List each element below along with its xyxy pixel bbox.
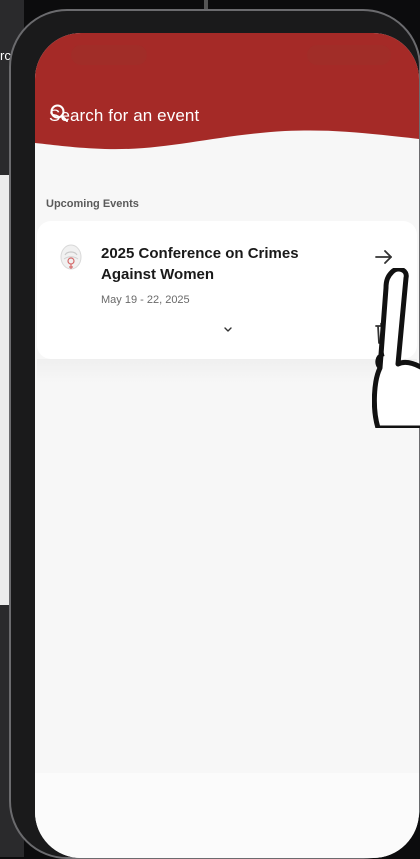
- screen-bottom-area: [35, 773, 419, 858]
- upcoming-events-heading: Upcoming Events: [46, 198, 139, 210]
- search-input[interactable]: Search for an event: [49, 106, 199, 126]
- event-dates: May 19 - 22, 2025: [101, 294, 190, 306]
- event-card[interactable]: 2025 Conference on Crimes Against Women …: [37, 221, 417, 359]
- status-bar-indicators: [307, 45, 391, 65]
- app-header: Search for an event: [35, 33, 419, 173]
- chevron-down-icon[interactable]: [222, 326, 234, 334]
- card-shadow: [37, 359, 417, 383]
- app-screen: Search for an event Upcoming Events 2025…: [35, 33, 419, 858]
- conference-logo-icon: [60, 244, 82, 270]
- search-icon: [50, 104, 68, 122]
- phone-frame: Search for an event Upcoming Events 2025…: [9, 9, 420, 859]
- arrow-right-icon[interactable]: [373, 246, 395, 268]
- event-title: 2025 Conference on Crimes Against Women: [101, 245, 299, 283]
- status-bar-time: [71, 45, 147, 65]
- pointing-hand-icon: [372, 268, 420, 428]
- event-search-bar[interactable]: Search for an event: [49, 103, 199, 129]
